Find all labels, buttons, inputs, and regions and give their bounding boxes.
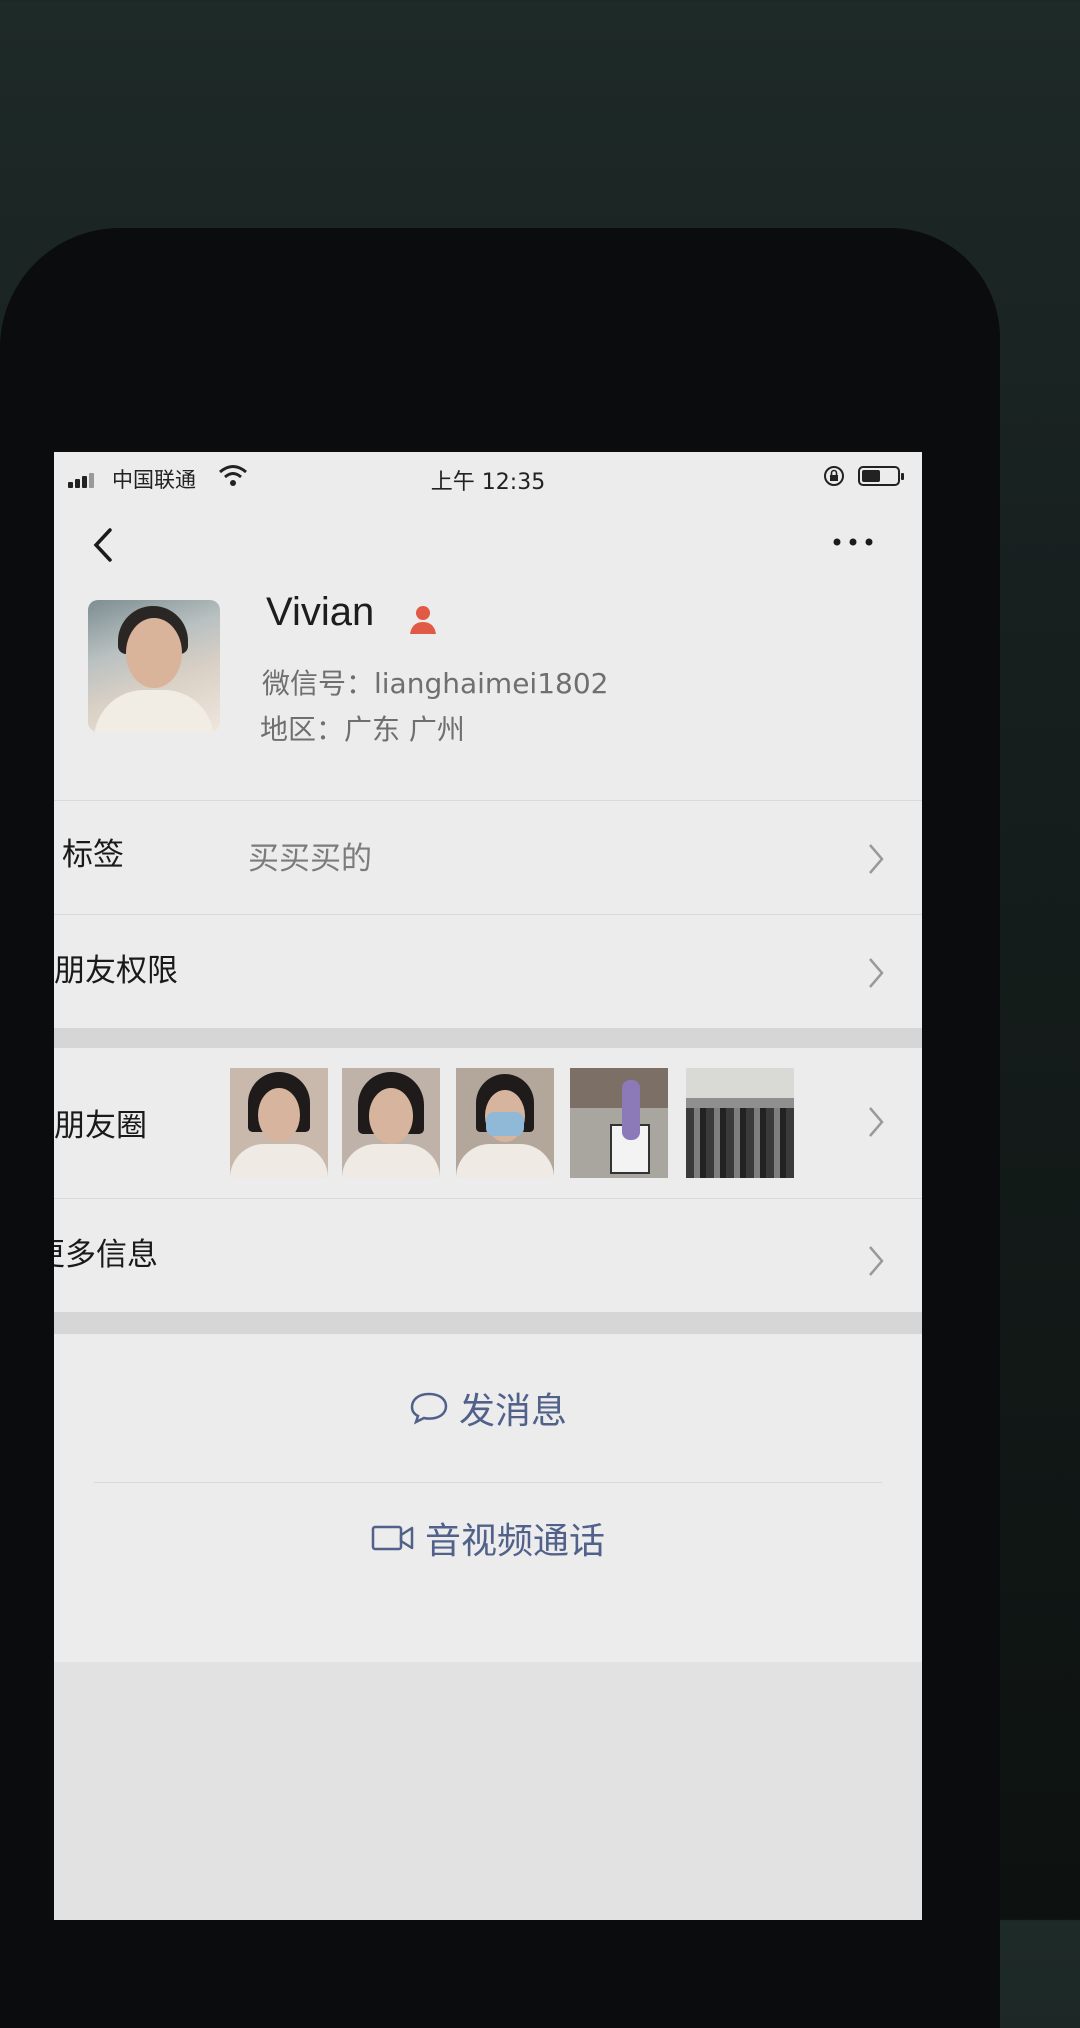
moment-thumbnail bbox=[570, 1068, 668, 1178]
video-camera-icon bbox=[371, 1525, 414, 1551]
region: 地区：广东 广州 bbox=[260, 713, 465, 746]
person-icon bbox=[410, 606, 436, 634]
moment-thumbnail bbox=[686, 1068, 794, 1178]
contact-profile-screen: 中国联通 上午 12:35 Vivian 微信号：lianghaimei1802… bbox=[54, 452, 922, 1920]
moment-thumbnail bbox=[456, 1068, 554, 1178]
moment-thumbnail bbox=[230, 1068, 328, 1178]
tags-value: 买买买的 bbox=[248, 841, 372, 877]
section-gap bbox=[54, 1312, 922, 1334]
empty-background bbox=[54, 1662, 922, 1920]
rotation-lock-icon bbox=[824, 466, 844, 486]
section-gap bbox=[54, 1028, 922, 1048]
status-time: 上午 12:35 bbox=[430, 470, 546, 495]
send-message-button[interactable]: 发消息 bbox=[54, 1382, 922, 1434]
video-call-label: 音视频通话 bbox=[424, 1521, 605, 1562]
permissions-row[interactable]: 朋友权限 bbox=[54, 915, 922, 1027]
more-info-label: 更多信息 bbox=[54, 1237, 158, 1273]
chevron-right-icon bbox=[869, 958, 884, 988]
battery-icon bbox=[858, 466, 904, 486]
chevron-right-icon bbox=[869, 844, 884, 874]
moments-thumbnails bbox=[230, 1068, 794, 1178]
moments-label: 朋友圈 bbox=[54, 1108, 147, 1144]
wechat-id: 微信号：lianghaimei1802 bbox=[262, 667, 609, 700]
status-bar: 中国联通 上午 12:35 bbox=[54, 452, 922, 502]
tags-label: 标签 bbox=[62, 837, 124, 873]
moment-thumbnail bbox=[342, 1068, 440, 1178]
more-info-row[interactable]: 更多信息 bbox=[54, 1199, 922, 1311]
more-icon[interactable] bbox=[830, 532, 876, 552]
divider bbox=[94, 1482, 882, 1483]
back-icon[interactable] bbox=[84, 520, 124, 570]
permissions-label: 朋友权限 bbox=[54, 953, 178, 989]
chevron-right-icon bbox=[869, 1107, 884, 1137]
chat-bubble-icon bbox=[410, 1392, 448, 1425]
moments-row[interactable]: 朋友圈 bbox=[54, 1048, 922, 1198]
video-call-button[interactable]: 音视频通话 bbox=[54, 1512, 922, 1564]
send-message-label: 发消息 bbox=[458, 1391, 567, 1432]
avatar[interactable] bbox=[88, 600, 220, 732]
tags-row[interactable]: 标签 买买买的 bbox=[54, 801, 922, 913]
contact-name: Vivian bbox=[266, 590, 375, 634]
chevron-right-icon bbox=[869, 1246, 884, 1276]
